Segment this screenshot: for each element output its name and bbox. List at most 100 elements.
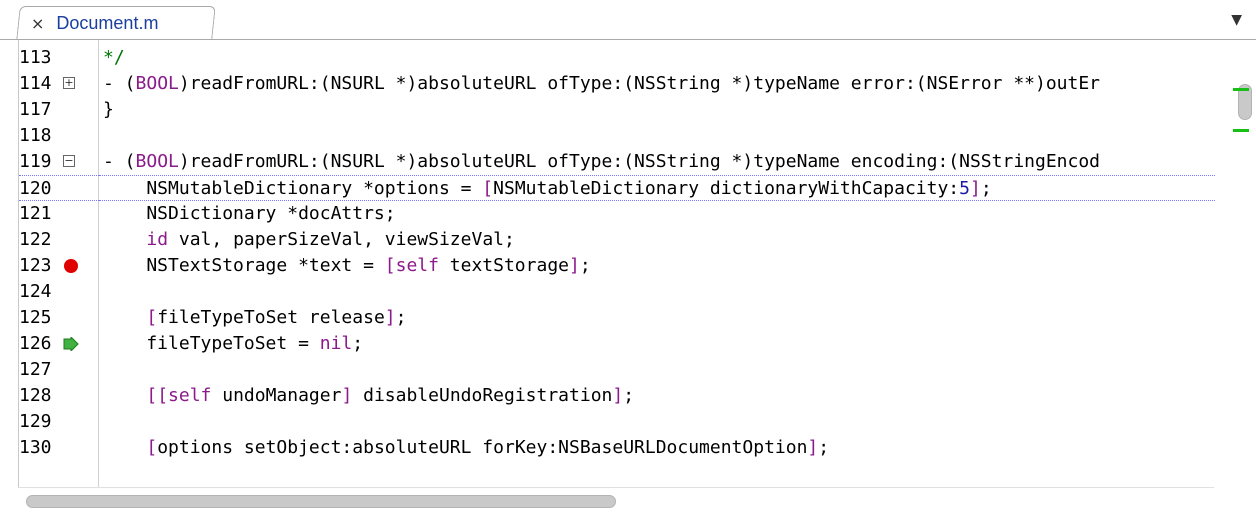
code-line-121[interactable]: NSDictionary *docAttrs; xyxy=(99,201,1215,227)
line-number: 125 xyxy=(19,307,52,328)
gutter-line-129[interactable]: 129 xyxy=(19,409,99,435)
close-icon[interactable]: × xyxy=(31,14,44,33)
code-line-127[interactable] xyxy=(99,357,1215,383)
vertical-scrollbar[interactable] xyxy=(1233,40,1256,487)
code-token: )readFromURL:(NSURL *)absoluteURL ofType… xyxy=(178,73,1101,94)
tab-bar: × Document.m ▼ xyxy=(0,0,1256,40)
code-token: options setObject:absoluteURL forKey:NSB… xyxy=(157,437,808,458)
gutter-line-127[interactable]: 127 xyxy=(19,357,99,383)
keyword-token: ] xyxy=(384,307,396,328)
number-token: 5 xyxy=(959,178,970,199)
gutter-line-120[interactable]: 120 xyxy=(19,175,99,201)
horizontal-scrollbar[interactable] xyxy=(18,487,1214,514)
line-number: 124 xyxy=(19,281,52,302)
code-line-118[interactable] xyxy=(99,123,1215,149)
gutter-line-118[interactable]: 118 xyxy=(19,123,99,149)
code-token: } xyxy=(103,99,114,120)
line-number: 113 xyxy=(19,47,52,68)
keyword-token: BOOL xyxy=(135,73,179,94)
keyword-token: ] xyxy=(969,178,981,199)
code-line-119[interactable]: - (BOOL)readFromURL:(NSURL *)absoluteURL… xyxy=(99,149,1215,175)
code-token: - ( xyxy=(103,151,136,172)
line-number: 119 xyxy=(19,151,52,172)
keyword-token: ] xyxy=(341,385,353,406)
code-editor[interactable]: 113 114 +117 118 119−120 121 122 123 124 125 126 12… xyxy=(18,40,1256,487)
breakpoint-icon[interactable] xyxy=(64,259,78,273)
code-line-123[interactable]: NSTextStorage *text = [self textStorage]… xyxy=(99,253,1215,279)
gutter-line-114[interactable]: 114 + xyxy=(19,71,99,97)
gutter-line-126[interactable]: 126 xyxy=(19,331,99,357)
code-line-117[interactable]: } xyxy=(99,97,1215,123)
code-token: ; xyxy=(980,178,992,199)
keyword-token: [[self xyxy=(146,385,212,406)
code-token: val, paperSizeVal, viewSizeVal; xyxy=(168,229,515,250)
tab-label: Document.m xyxy=(56,12,159,33)
code-line-113[interactable]: */ xyxy=(99,45,1215,71)
code-line-129[interactable] xyxy=(99,409,1215,435)
keyword-token: [ xyxy=(482,178,494,199)
line-number: 128 xyxy=(19,385,52,406)
gutter-line-124[interactable]: 124 xyxy=(19,279,99,305)
code-token: ; xyxy=(579,255,591,276)
gutter-line-119[interactable]: 119− xyxy=(19,149,99,175)
code-line-128[interactable]: [[self undoManager] disableUndoRegistrat… xyxy=(99,383,1215,409)
code-token: fileTypeToSet = xyxy=(103,333,320,354)
line-number-gutter[interactable]: 113 114 +117 118 119−120 121 122 123 124 125 126 12… xyxy=(19,40,99,487)
code-line-122[interactable]: id val, paperSizeVal, viewSizeVal; xyxy=(99,227,1215,253)
line-number: 123 xyxy=(19,255,52,276)
line-number: 121 xyxy=(19,203,52,224)
line-number: 127 xyxy=(19,359,52,380)
code-line-125[interactable]: [fileTypeToSet release]; xyxy=(99,305,1215,331)
comment-token: */ xyxy=(103,47,125,68)
code-token: NSMutableDictionary dictionaryWithCapaci… xyxy=(493,178,960,199)
line-number: 129 xyxy=(19,411,52,432)
plus-square-icon[interactable]: + xyxy=(63,77,75,89)
code-token: NSMutableDictionary *options = xyxy=(103,178,483,199)
keyword-token: [ xyxy=(146,437,158,458)
code-token: - ( xyxy=(103,73,136,94)
line-number: 120 xyxy=(19,178,52,199)
code-line-120[interactable]: NSMutableDictionary *options = [NSMutabl… xyxy=(99,175,1215,201)
horizontal-scroll-thumb[interactable] xyxy=(26,495,616,508)
gutter-line-117[interactable]: 117 xyxy=(19,97,99,123)
gutter-line-113[interactable]: 113 xyxy=(19,45,99,71)
code-token: disableUndoRegistration xyxy=(352,385,613,406)
code-text-area[interactable]: */- (BOOL)readFromURL:(NSURL *)absoluteU… xyxy=(99,40,1215,487)
line-number: 118 xyxy=(19,125,52,146)
keyword-token: id xyxy=(146,229,169,250)
code-token: )readFromURL:(NSURL *)absoluteURL ofType… xyxy=(178,151,1101,172)
code-line-114[interactable]: - (BOOL)readFromURL:(NSURL *)absoluteURL… xyxy=(99,71,1215,97)
gutter-line-125[interactable]: 125 xyxy=(19,305,99,331)
keyword-token: ] xyxy=(807,437,819,458)
line-number: 122 xyxy=(19,229,52,250)
scroll-corner xyxy=(1214,487,1256,513)
program-counter-arrow-icon[interactable] xyxy=(63,337,79,351)
minus-square-icon[interactable]: − xyxy=(63,155,75,167)
code-token: textStorage xyxy=(438,255,569,276)
change-marker xyxy=(1233,129,1249,132)
code-token: undoManager xyxy=(211,385,342,406)
code-token: NSTextStorage *text = xyxy=(103,255,385,276)
tab-document-m[interactable]: × Document.m xyxy=(16,6,216,40)
line-number: 130 xyxy=(19,437,52,458)
code-token: ; xyxy=(623,385,635,406)
code-line-124[interactable] xyxy=(99,279,1215,305)
code-line-126[interactable]: fileTypeToSet = nil; xyxy=(99,331,1215,357)
keyword-token: BOOL xyxy=(135,151,179,172)
gutter-line-122[interactable]: 122 xyxy=(19,227,99,253)
gutter-line-121[interactable]: 121 xyxy=(19,201,99,227)
code-token: ; xyxy=(818,437,830,458)
gutter-line-128[interactable]: 128 xyxy=(19,383,99,409)
line-number: 114 xyxy=(19,73,52,94)
code-line-130[interactable]: [options setObject:absoluteURL forKey:NS… xyxy=(99,435,1215,461)
keyword-token: [ xyxy=(146,307,158,328)
keyword-token: [self xyxy=(384,255,439,276)
gutter-line-130[interactable]: 130 xyxy=(19,435,99,461)
line-number: 117 xyxy=(19,99,52,120)
gutter-line-123[interactable]: 123 xyxy=(19,253,99,279)
change-marker xyxy=(1233,88,1249,91)
chevron-down-icon[interactable]: ▼ xyxy=(1231,12,1242,28)
